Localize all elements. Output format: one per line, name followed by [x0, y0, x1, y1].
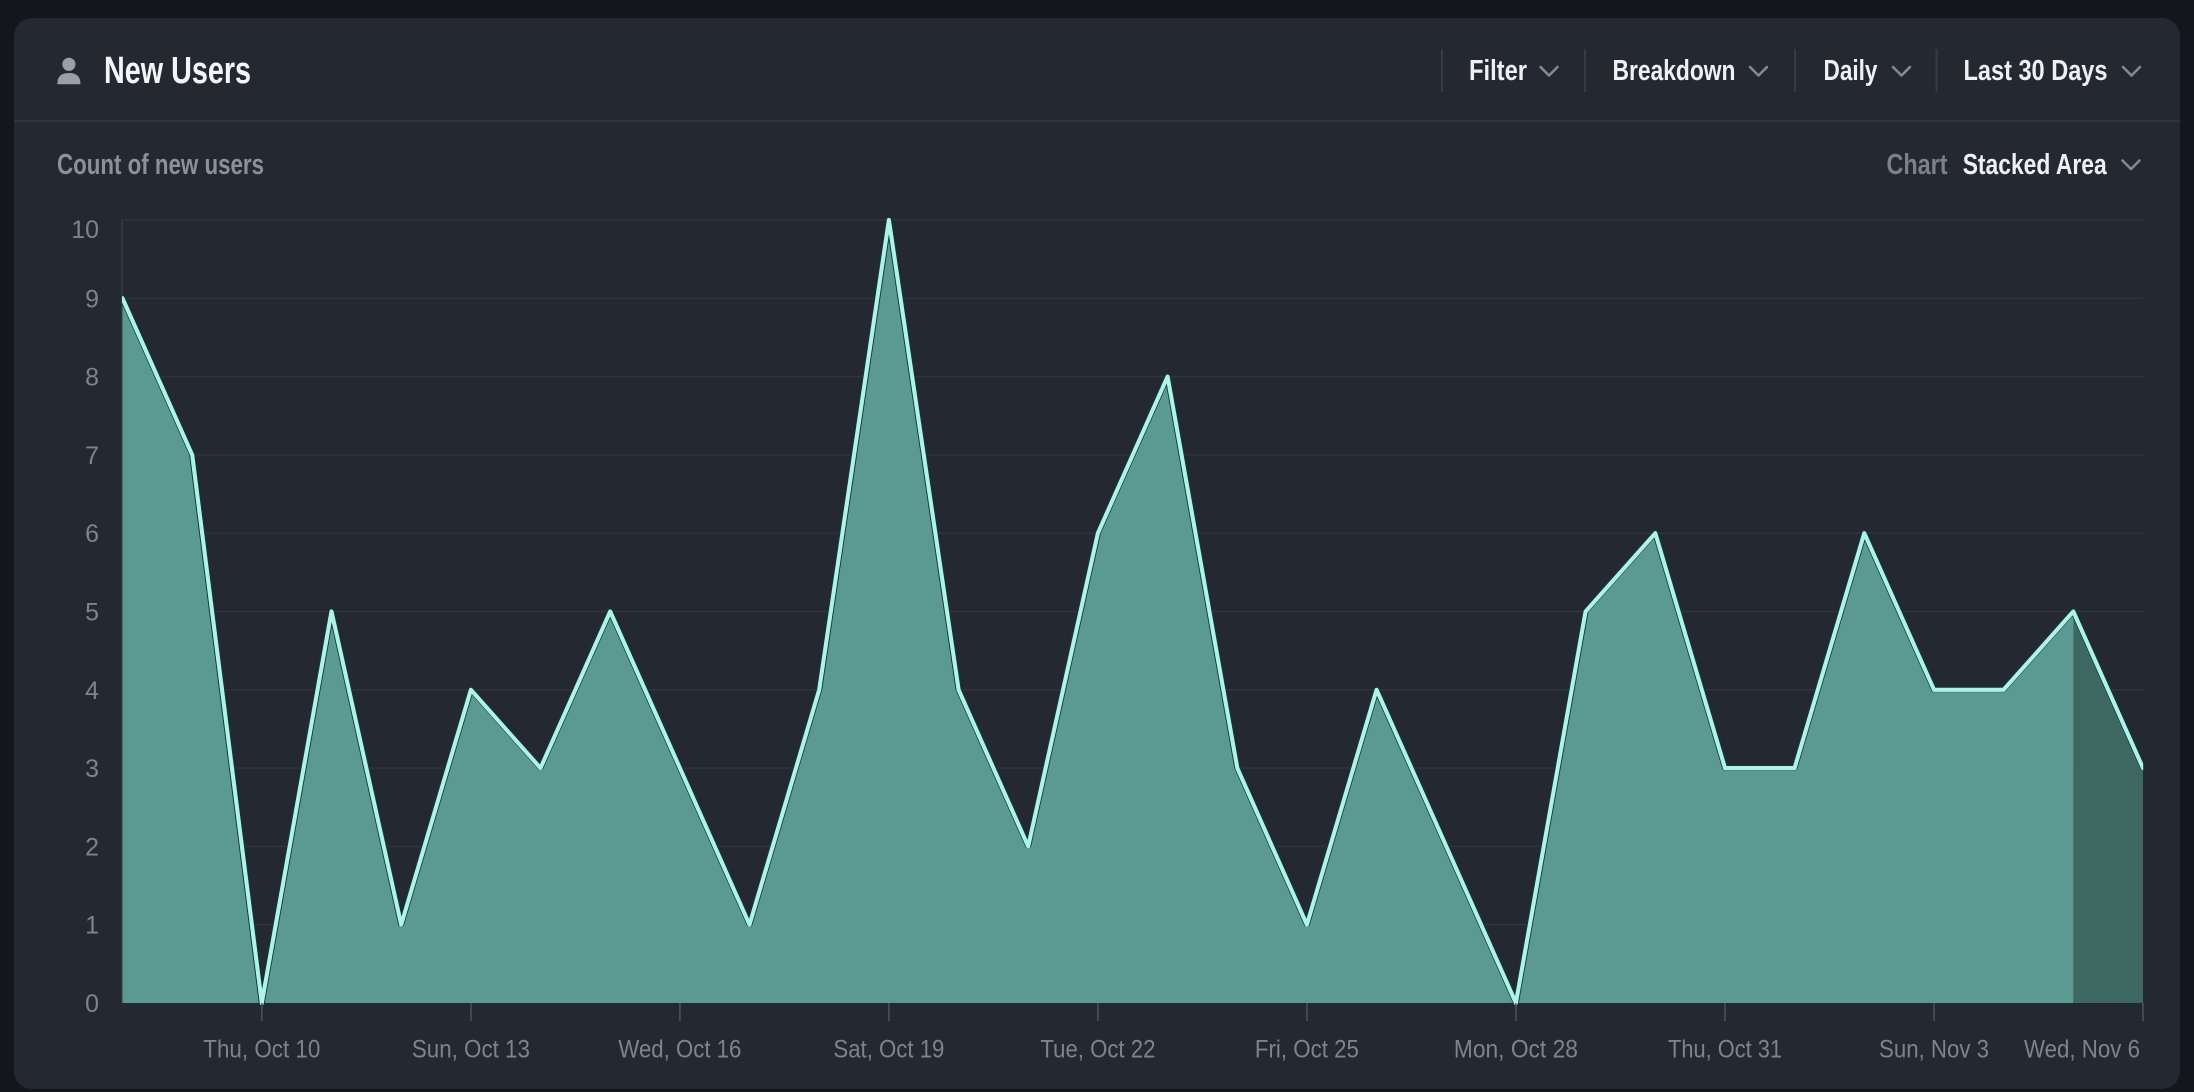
- svg-text:10: 10: [71, 216, 99, 244]
- svg-text:Thu, Oct 31: Thu, Oct 31: [1668, 1036, 1782, 1064]
- svg-text:Wed, Oct 16: Wed, Oct 16: [618, 1036, 741, 1064]
- svg-text:2: 2: [85, 833, 99, 861]
- svg-text:Last 30 Days: Last 30 Days: [1964, 55, 2108, 87]
- svg-text:0: 0: [85, 990, 99, 1018]
- svg-text:Sun, Nov 3: Sun, Nov 3: [1879, 1036, 1989, 1064]
- svg-text:9: 9: [85, 285, 99, 313]
- svg-text:Mon, Oct 28: Mon, Oct 28: [1454, 1036, 1578, 1064]
- svg-text:Chart: Chart: [1887, 149, 1948, 181]
- svg-text:8: 8: [85, 364, 99, 392]
- svg-text:4: 4: [85, 677, 99, 705]
- svg-text:Daily: Daily: [1824, 55, 1878, 87]
- svg-text:Fri, Oct 25: Fri, Oct 25: [1255, 1036, 1359, 1064]
- svg-text:6: 6: [85, 520, 99, 548]
- svg-text:Wed, Nov 6: Wed, Nov 6: [2024, 1036, 2140, 1064]
- svg-text:5: 5: [85, 599, 99, 627]
- svg-text:Thu, Oct 10: Thu, Oct 10: [203, 1036, 320, 1064]
- svg-text:Sat, Oct 19: Sat, Oct 19: [833, 1036, 944, 1064]
- svg-text:Breakdown: Breakdown: [1613, 55, 1736, 87]
- svg-text:1: 1: [85, 912, 99, 940]
- svg-text:Count of new users: Count of new users: [57, 149, 264, 181]
- svg-text:Filter: Filter: [1469, 55, 1527, 87]
- svg-text:Tue, Oct 22: Tue, Oct 22: [1040, 1036, 1155, 1064]
- svg-text:Sun, Oct 13: Sun, Oct 13: [412, 1036, 530, 1064]
- svg-text:3: 3: [85, 755, 99, 783]
- svg-text:7: 7: [85, 442, 99, 470]
- svg-text:Stacked Area: Stacked Area: [1963, 149, 2108, 181]
- svg-text:New Users: New Users: [104, 50, 251, 92]
